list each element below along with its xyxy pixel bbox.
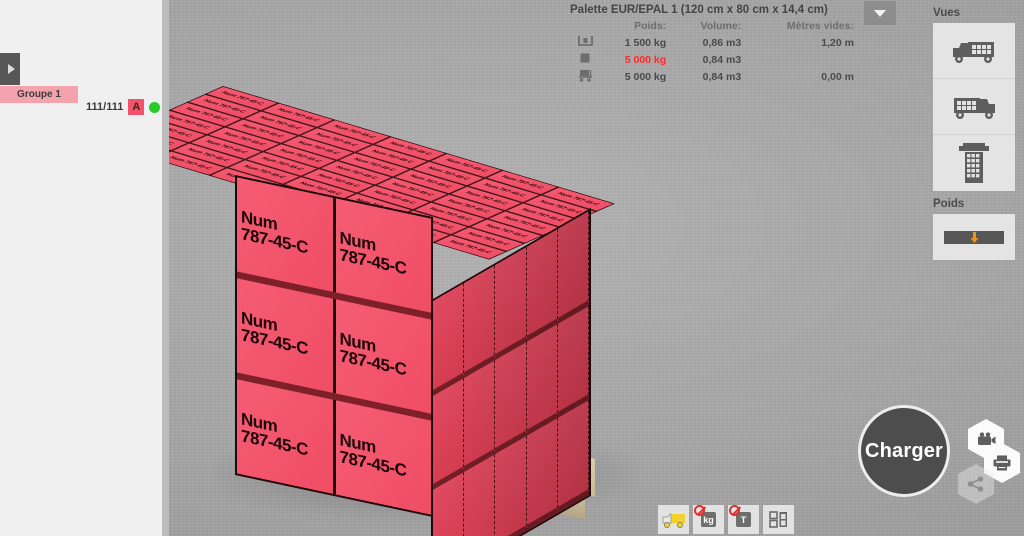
truck-top-view-button[interactable]	[933, 135, 1015, 191]
group-count: 111/111	[86, 101, 123, 113]
summary-row: 5 000 kg0,84 m3	[570, 51, 860, 68]
weight-limit-toggle-button[interactable]: kg	[693, 505, 724, 534]
left-sidebar: Groupe 1 111/111 A	[0, 0, 162, 536]
views-title: Vues	[933, 7, 1024, 19]
weight-distribution-button[interactable]	[933, 214, 1015, 260]
solid-square-icon	[570, 51, 596, 68]
carton-front[interactable]: Num787-45-C	[336, 400, 432, 514]
truck-side-left-view-button[interactable]	[933, 79, 1015, 135]
charger-button[interactable]: Charger	[858, 405, 950, 497]
carton-front[interactable]: Num787-45-C	[336, 198, 432, 312]
truck-top-icon	[957, 140, 991, 186]
grid-layout-icon	[769, 511, 788, 528]
row-volume: 0,84 m3	[672, 51, 747, 68]
summary-table: Poids: Volume: Mètres vides: 1 500 kg0,8…	[570, 20, 860, 86]
charger-label: Charger	[865, 440, 943, 463]
axle-limit-toggle-button[interactable]: T	[728, 505, 759, 534]
carton-front[interactable]: Num787-45-C	[336, 299, 432, 413]
summary-header-row: Poids: Volume: Mètres vides:	[570, 20, 860, 34]
row-volume: 0,86 m3	[672, 34, 747, 51]
yellow-truck-icon	[662, 511, 686, 529]
summary-row: 1 500 kg0,86 m31,20 m	[570, 34, 860, 51]
stack-front-face[interactable]: Num787-45-CNum787-45-CNum787-45-CNum787-…	[235, 175, 433, 517]
carton-front[interactable]: Num787-45-C	[237, 177, 336, 292]
group-status-dot[interactable]	[149, 102, 160, 113]
truck-right-icon	[949, 36, 999, 66]
truck-side-right-view-button[interactable]	[933, 23, 1015, 79]
front-box-rows: Num787-45-CNum787-45-CNum787-45-CNum787-…	[237, 177, 431, 514]
load-bracket-icon	[570, 34, 596, 51]
pallet-load[interactable]: Num 787-45-CNum 787-45-CNum 787-45-CNum …	[205, 78, 665, 508]
row-poids: 5 000 kg	[596, 51, 672, 68]
carton-front[interactable]: Num787-45-C	[237, 278, 336, 393]
weight-bar	[944, 231, 1004, 244]
row-metres: 1,20 m	[747, 34, 860, 51]
layout-grid-toggle-button[interactable]	[763, 505, 794, 534]
row-poids: 5 000 kg	[596, 68, 672, 86]
sidebar-scrollbar[interactable]	[162, 0, 169, 536]
col-metres-vides: Mètres vides:	[747, 20, 860, 34]
pallet-jack-icon	[570, 68, 596, 86]
row-volume: 0,84 m3	[672, 68, 747, 86]
chevron-down-icon	[874, 10, 886, 17]
poids-title: Poids	[933, 198, 1024, 210]
sidebar-toggle-button[interactable]	[0, 53, 20, 85]
share-icon	[967, 476, 985, 492]
row-metres	[747, 51, 860, 68]
group-label: Groupe 1	[17, 89, 61, 100]
video-camera-icon	[977, 432, 996, 446]
pallet-type-dropdown[interactable]	[864, 1, 896, 25]
truck-left-icon	[949, 92, 999, 122]
chevron-right-icon	[8, 64, 15, 74]
group-letter-badge[interactable]: A	[128, 99, 144, 115]
summary-icon-col	[570, 20, 596, 34]
truck-loading-toggle-button[interactable]	[658, 505, 689, 534]
col-volume: Volume:	[672, 20, 747, 34]
printer-icon	[993, 455, 1011, 471]
bottom-toolbar: kg T	[658, 505, 794, 534]
row-poids: 1 500 kg	[596, 34, 672, 51]
row-metres: 0,00 m	[747, 68, 860, 86]
pallet-info-panel: Palette EUR/EPAL 1 (120 cm x 80 cm x 14,…	[570, 4, 860, 86]
pallet-loading-app: Num 787-45-CNum 787-45-CNum 787-45-CNum …	[0, 0, 1024, 536]
prohibition-icon	[729, 505, 740, 516]
summary-row: 5 000 kg0,84 m30,00 m	[570, 68, 860, 86]
group-chip[interactable]: Groupe 1	[0, 86, 78, 103]
prohibition-icon	[694, 505, 705, 516]
stack-right-face[interactable]	[431, 208, 591, 536]
group-meta: 111/111 A	[86, 99, 160, 115]
carton-stack[interactable]: Num 787-45-CNum 787-45-CNum 787-45-CNum …	[205, 78, 665, 438]
col-poids: Poids:	[596, 20, 672, 34]
view-buttons-group	[933, 23, 1015, 191]
weight-down-arrow-icon	[969, 232, 980, 243]
carton-front[interactable]: Num787-45-C	[237, 379, 336, 494]
page-title: Palette EUR/EPAL 1 (120 cm x 80 cm x 14,…	[570, 4, 860, 16]
right-face-shading	[433, 211, 589, 536]
